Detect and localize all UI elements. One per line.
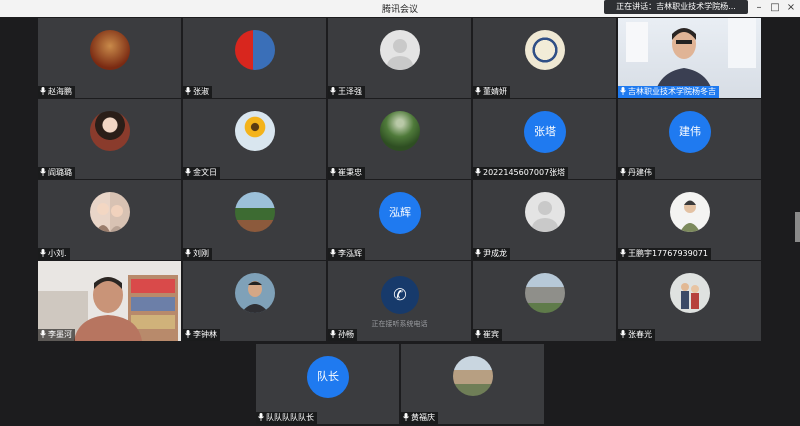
participant-initials: 张塔: [524, 111, 566, 153]
participant-name: 张淑: [193, 87, 209, 96]
participant-video-tile[interactable]: 吉林职业技术学院杨冬吉: [618, 18, 761, 98]
participant-name: 吉林职业技术学院杨冬吉: [628, 87, 716, 96]
maximize-icon[interactable]: □: [768, 1, 782, 15]
minimize-icon[interactable]: –: [752, 1, 766, 15]
tree-photo: [235, 192, 275, 232]
mic-icon: [620, 330, 626, 338]
mic-icon: [620, 168, 626, 176]
mic-icon: [185, 330, 191, 338]
participant-tile[interactable]: 王泽强: [328, 18, 471, 98]
participant-name: 赵海鹏: [48, 87, 72, 96]
participant-name: 李钟林: [193, 330, 217, 339]
participant-name: 李泓辉: [338, 249, 362, 258]
mic-icon: [403, 413, 409, 421]
emblem-photo: [525, 30, 565, 70]
mic-icon: [185, 249, 191, 257]
speaking-indicator[interactable]: 正在讲话：吉林职业技术学院杨...: [604, 0, 748, 14]
mic-icon: [185, 168, 191, 176]
participant-grid: 赵海鹏 张淑 王泽强 董婧妍 吉林职业技术学院杨冬吉 阎璐璐 金文日 崔秉忠 张…: [38, 18, 762, 426]
mic-icon: [475, 168, 481, 176]
phone-status: 正在接听系统电话: [371, 320, 428, 328]
mic-icon: [185, 87, 191, 95]
people-photo: [670, 273, 710, 313]
close-icon[interactable]: ×: [784, 1, 798, 15]
building-photo: [525, 273, 565, 313]
mic-icon: [620, 87, 626, 95]
mic-icon: [475, 249, 481, 257]
participant-tile[interactable]: 张淑: [183, 18, 326, 98]
participant-tile[interactable]: 刘刚: [183, 180, 326, 260]
participant-name: 李墨河: [48, 330, 72, 339]
mic-icon: [40, 330, 46, 338]
default-avatar-icon: [525, 192, 565, 232]
participant-tile[interactable]: 崔秉忠: [328, 99, 471, 179]
forest-photo: [380, 111, 420, 151]
man-portrait-photo: [235, 273, 275, 313]
mic-icon: [475, 87, 481, 95]
participant-tile[interactable]: 崔宾: [473, 261, 616, 341]
participant-name: 张春光: [628, 330, 652, 339]
participant-tile[interactable]: 张塔 2022145607007张塔: [473, 99, 616, 179]
participant-name: 崔秉忠: [338, 168, 362, 177]
participant-tile[interactable]: 队长 队队队队队长: [256, 344, 399, 424]
participant-name: 2022145607007张塔: [483, 168, 566, 177]
participant-name: 队队队队队长: [266, 413, 314, 422]
rock-photo: [453, 356, 493, 396]
participant-name: 王泽强: [338, 87, 362, 96]
participant-name: 刘刚: [193, 249, 209, 258]
participant-tile[interactable]: 建伟 丹建伟: [618, 99, 761, 179]
participant-tile[interactable]: 赵海鹏: [38, 18, 181, 98]
participant-tile[interactable]: 黄福庆: [401, 344, 544, 424]
mic-icon: [40, 87, 46, 95]
participant-tile[interactable]: 阎璐璐: [38, 99, 181, 179]
participant-tile[interactable]: 泓辉 李泓辉: [328, 180, 471, 260]
participant-tile[interactable]: 董婧妍: [473, 18, 616, 98]
participant-tile[interactable]: 尹成龙: [473, 180, 616, 260]
default-avatar-icon: [380, 30, 420, 70]
participant-tile[interactable]: 王鹏宇17767939071: [618, 180, 761, 260]
participant-tile[interactable]: 李钟林: [183, 261, 326, 341]
mic-icon: [330, 168, 336, 176]
flag-photo: [235, 30, 275, 70]
participant-name: 黄福庆: [411, 413, 435, 422]
participant-tile[interactable]: 张春光: [618, 261, 761, 341]
participant-tile[interactable]: ✆ 正在接听系统电话 孙畅: [328, 261, 471, 341]
mic-icon: [40, 168, 46, 176]
participant-name: 丹建伟: [628, 168, 652, 177]
participant-name: 王鹏宇17767939071: [628, 249, 708, 258]
participant-initials: 建伟: [669, 111, 711, 153]
participant-initials: 队长: [307, 356, 349, 398]
mic-icon: [330, 249, 336, 257]
participant-name: 金文日: [193, 168, 217, 177]
mic-icon: [475, 330, 481, 338]
participant-name: 阎璐璐: [48, 168, 72, 177]
participant-name: 孙畅: [338, 330, 354, 339]
mic-icon: [330, 330, 336, 338]
participant-tile[interactable]: 小刘.: [38, 180, 181, 260]
dining-room-photo: [90, 30, 130, 70]
participant-name: 尹成龙: [483, 249, 507, 258]
participant-video-tile[interactable]: 李墨河: [38, 261, 181, 341]
person-cartoon-photo: [670, 192, 710, 232]
participant-name: 崔宾: [483, 330, 499, 339]
mic-icon: [258, 413, 264, 421]
mic-icon: [330, 87, 336, 95]
mic-icon: [620, 249, 626, 257]
participant-tile[interactable]: 金文日: [183, 99, 326, 179]
children-photo: [90, 192, 130, 232]
participant-name: 董婧妍: [483, 87, 507, 96]
participant-name: 小刘.: [48, 249, 67, 258]
title-bar: 腾讯会议 正在讲话：吉林职业技术学院杨... – □ ×: [0, 0, 800, 17]
woman-portrait-photo: [90, 111, 130, 151]
phone-icon: ✆: [381, 276, 419, 314]
sunflower-photo: [235, 111, 275, 151]
mic-icon: [40, 249, 46, 257]
scrollbar[interactable]: [795, 212, 800, 242]
participant-initials: 泓辉: [379, 192, 421, 234]
